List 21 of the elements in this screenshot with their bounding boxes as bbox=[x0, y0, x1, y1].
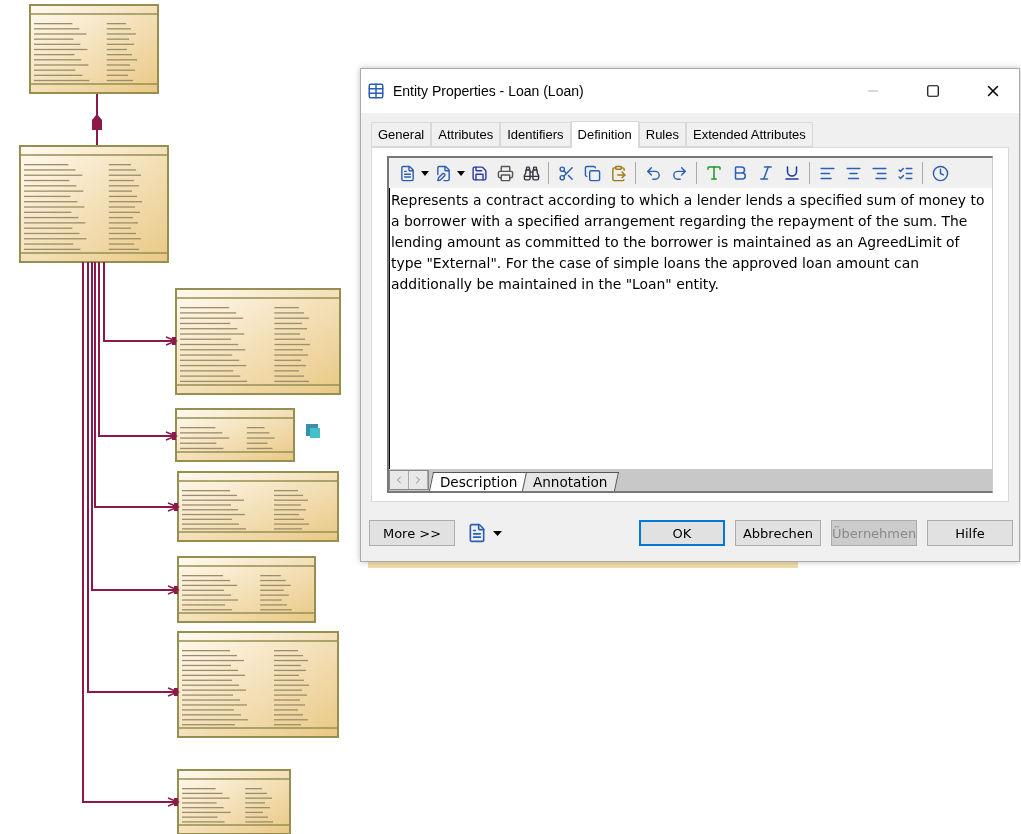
tab[interactable]: Rules bbox=[638, 122, 686, 147]
table-icon bbox=[367, 82, 385, 100]
caret-icon[interactable] bbox=[421, 170, 429, 176]
package-icon bbox=[306, 424, 320, 438]
relationship-line bbox=[92, 93, 102, 147]
maximize-icon[interactable] bbox=[926, 84, 940, 98]
caret-icon[interactable] bbox=[457, 170, 465, 176]
dialog-button[interactable]: OK bbox=[639, 520, 725, 546]
text-editor[interactable] bbox=[387, 156, 993, 493]
tab[interactable]: Extended Attributes bbox=[686, 122, 813, 147]
tab[interactable]: General bbox=[371, 122, 432, 147]
tab[interactable]: Annotation bbox=[522, 472, 619, 491]
document-icon[interactable] bbox=[467, 523, 487, 543]
tab[interactable]: Definition bbox=[570, 121, 639, 148]
tab[interactable]: Attributes bbox=[431, 122, 501, 147]
dialog-button[interactable]: Abbrechen bbox=[735, 520, 821, 546]
tab[interactable]: Identifiers bbox=[500, 122, 571, 147]
caret-icon[interactable] bbox=[493, 530, 502, 536]
dialog-button[interactable]: More >> bbox=[369, 520, 455, 546]
dialog-button[interactable]: Hilfe bbox=[927, 520, 1013, 546]
window-title: Entity Properties - Loan (Loan) bbox=[393, 83, 585, 99]
